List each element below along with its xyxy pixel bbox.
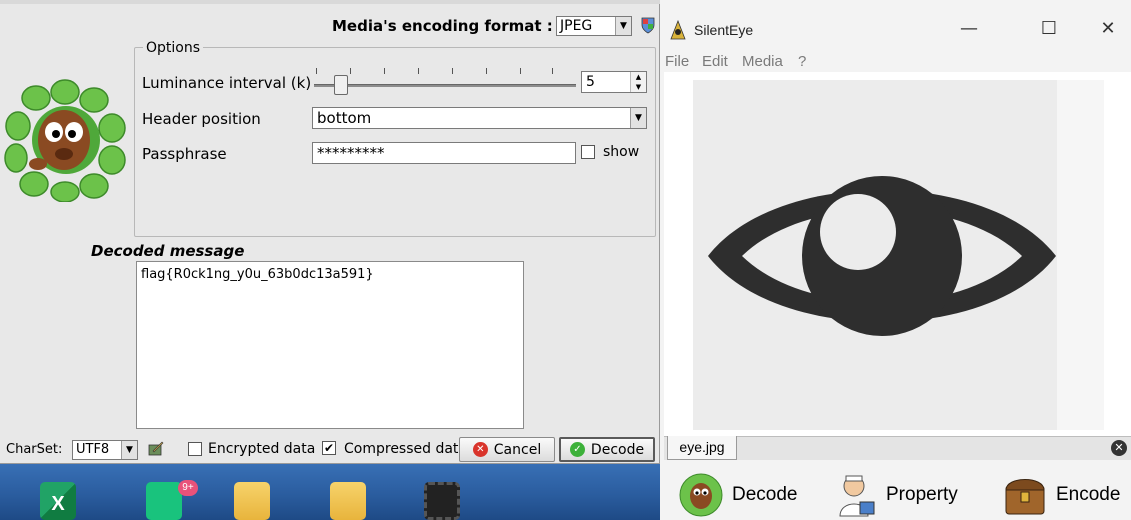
- decode-label: Decode: [590, 441, 645, 458]
- compressed-label: Compressed dat: [344, 441, 459, 457]
- luminance-value: 5: [586, 74, 595, 90]
- chevron-down-icon: ▼: [121, 441, 137, 459]
- spin-arrows-icon[interactable]: ▲ ▼: [630, 72, 646, 92]
- app-logo-icon: [670, 20, 686, 40]
- property-action-label: Property: [886, 484, 958, 505]
- menu-media[interactable]: Media: [742, 53, 783, 70]
- folder-icon[interactable]: [330, 482, 366, 520]
- slider-tick: [350, 68, 351, 74]
- slider-tick: [384, 68, 385, 74]
- charset-value: UTF8: [76, 442, 110, 457]
- passphrase-input[interactable]: *********: [312, 142, 576, 164]
- charset-select[interactable]: UTF8 ▼: [72, 440, 138, 460]
- slider-tick: [452, 68, 453, 74]
- encode-action-label: Encode: [1056, 484, 1121, 505]
- video-icon[interactable]: [424, 482, 460, 520]
- chevron-down-icon: ▼: [615, 17, 631, 35]
- decode-mascot-icon: [679, 473, 723, 517]
- decode-button[interactable]: ✓ Decode: [559, 437, 655, 462]
- decoded-title: Decoded message: [91, 242, 245, 260]
- shield-icon[interactable]: [640, 16, 656, 34]
- edit-icon[interactable]: [148, 441, 164, 457]
- notification-badge: 9+: [178, 480, 198, 496]
- eye-icon: [708, 176, 1056, 336]
- desktop-taskbar: X 9+: [0, 460, 660, 520]
- minimize-icon[interactable]: —: [954, 18, 984, 39]
- luminance-slider[interactable]: [314, 84, 576, 87]
- encrypted-label: Encrypted data: [208, 441, 316, 457]
- slider-tick: [418, 68, 419, 74]
- decode-action-button[interactable]: Decode: [678, 472, 798, 518]
- dialog-titlebar: [0, 0, 660, 4]
- compressed-checkbox[interactable]: ✔: [322, 441, 336, 455]
- format-label: Media's encoding format :: [332, 17, 553, 35]
- slider-tick: [316, 68, 317, 74]
- encrypted-checkbox[interactable]: [188, 442, 202, 456]
- format-value: JPEG: [560, 18, 593, 34]
- property-action-button[interactable]: Property: [832, 472, 958, 518]
- folder-icon[interactable]: [234, 482, 270, 520]
- luminance-label: Luminance interval (k): [142, 74, 312, 92]
- check-icon: ✓: [569, 442, 585, 457]
- charset-label: CharSet:: [6, 442, 63, 457]
- chevron-down-icon: ▼: [630, 108, 646, 128]
- encode-chest-icon: [1005, 479, 1045, 515]
- luminance-spinbox[interactable]: 5 ▲ ▼: [581, 71, 647, 93]
- excel-icon[interactable]: X: [40, 482, 76, 520]
- format-select[interactable]: JPEG ▼: [556, 16, 632, 36]
- cancel-button[interactable]: ✕ Cancel: [459, 437, 555, 462]
- slider-tick: [552, 68, 553, 74]
- header-position-select[interactable]: bottom ▼: [312, 107, 647, 129]
- cancel-icon: ✕: [472, 442, 488, 457]
- show-label: show: [603, 144, 640, 160]
- cancel-label: Cancel: [493, 441, 542, 458]
- slider-tick: [486, 68, 487, 74]
- mascot-icon: [4, 79, 126, 202]
- menu-edit[interactable]: Edit: [702, 53, 728, 70]
- luminance-slider-handle[interactable]: [334, 75, 349, 95]
- slider-tick: [520, 68, 521, 74]
- show-checkbox[interactable]: [581, 145, 595, 159]
- window-title: SilentEye: [694, 22, 754, 38]
- passphrase-label: Passphrase: [142, 145, 227, 163]
- close-icon[interactable]: ✕: [1093, 18, 1123, 39]
- options-title: Options: [143, 40, 204, 56]
- menu-help[interactable]: ?: [798, 53, 806, 70]
- maximize-icon[interactable]: ☐: [1034, 18, 1064, 39]
- encode-action-button[interactable]: Encode: [1002, 472, 1120, 518]
- image-edge: [1057, 80, 1104, 430]
- excel-glyph: X: [51, 493, 65, 515]
- property-icon: [839, 475, 875, 517]
- decode-action-label: Decode: [732, 484, 798, 505]
- tab-eye-jpg[interactable]: eye.jpg: [667, 436, 737, 460]
- header-position-value: bottom: [317, 109, 372, 127]
- close-tab-icon[interactable]: ✕: [1111, 440, 1127, 456]
- menu-file[interactable]: File: [665, 53, 689, 70]
- header-position-label: Header position: [142, 110, 261, 128]
- decoded-message-textarea[interactable]: flag{R0ck1ng_y0u_63b0dc13a591}: [136, 261, 524, 429]
- shopping-bag-icon[interactable]: [146, 482, 182, 520]
